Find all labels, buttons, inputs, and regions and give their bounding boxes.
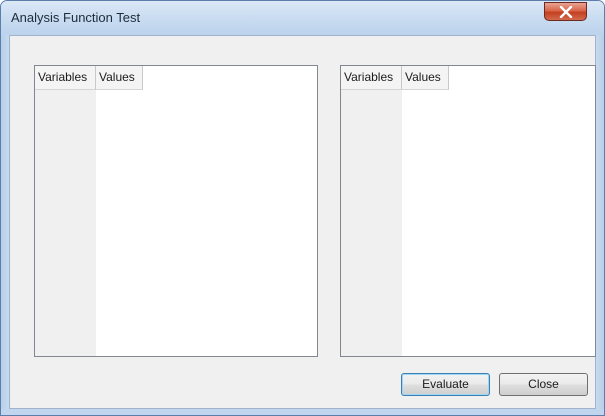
variables-column-right bbox=[341, 66, 402, 356]
dialog-body: Variables Values Variables Values Evalua… bbox=[9, 35, 596, 409]
window-frame-left bbox=[1, 35, 9, 415]
left-variables-header[interactable]: Variables bbox=[35, 66, 96, 90]
close-button[interactable]: Close bbox=[499, 373, 588, 396]
right-variables-header[interactable]: Variables bbox=[341, 66, 402, 90]
left-values-header[interactable]: Values bbox=[96, 66, 143, 90]
evaluate-button[interactable]: Evaluate bbox=[401, 373, 490, 396]
window-close-button[interactable] bbox=[544, 2, 587, 21]
right-variables-list[interactable]: Variables Values bbox=[340, 65, 596, 357]
left-list-header: Variables Values bbox=[35, 66, 143, 90]
window-title: Analysis Function Test bbox=[11, 10, 141, 25]
close-x-icon bbox=[559, 5, 572, 18]
window-frame-right bbox=[596, 35, 604, 415]
variables-column-left bbox=[35, 66, 96, 356]
title-bar[interactable]: Analysis Function Test bbox=[1, 1, 604, 35]
window-frame-bottom bbox=[1, 409, 604, 415]
left-variables-list[interactable]: Variables Values bbox=[34, 65, 318, 357]
right-list-header: Variables Values bbox=[341, 66, 449, 90]
right-values-header[interactable]: Values bbox=[402, 66, 449, 90]
dialog-window: Analysis Function Test Variables Values … bbox=[0, 0, 605, 416]
